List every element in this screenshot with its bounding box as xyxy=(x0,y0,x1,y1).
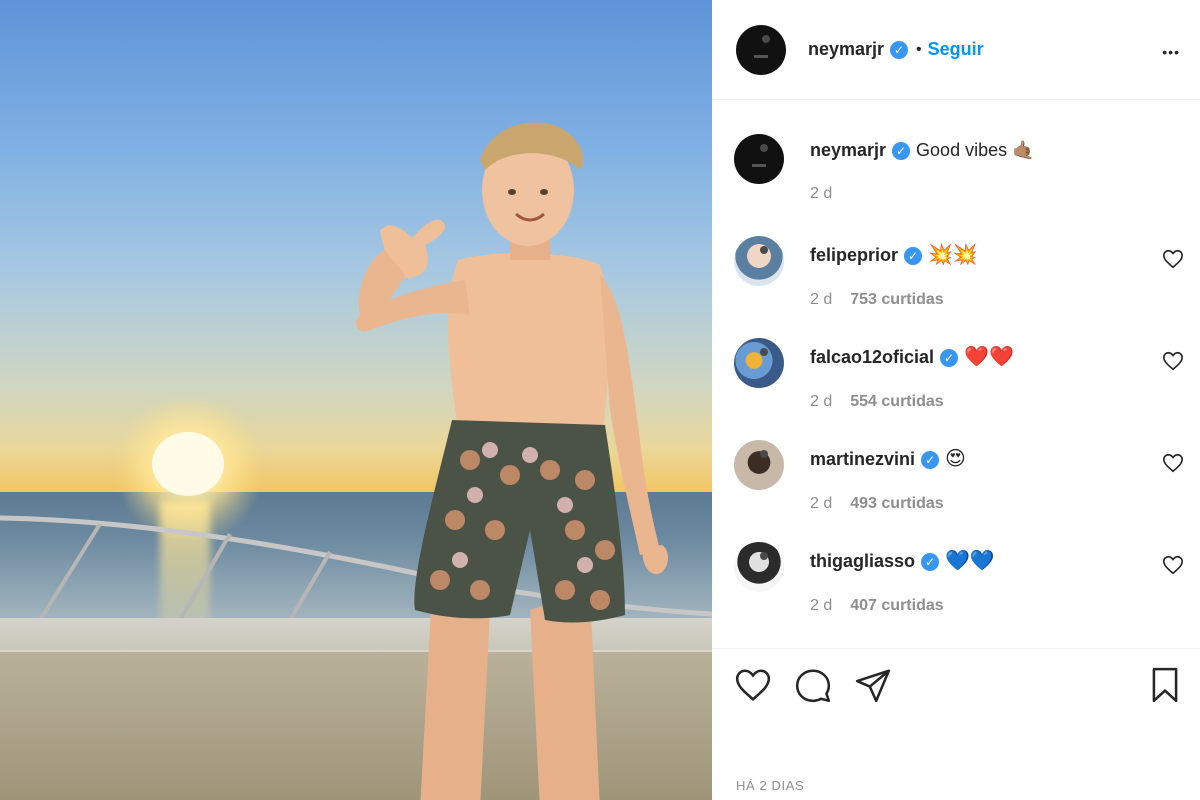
verified-badge-icon: ✓ xyxy=(940,349,959,368)
comment-text: ❤️❤️ xyxy=(964,346,1014,368)
comment-username[interactable]: thigagliasso xyxy=(810,551,915,571)
caption-time[interactable]: 2 d xyxy=(810,185,832,202)
author-username[interactable]: neymarjr xyxy=(808,39,884,60)
separator-dot: • xyxy=(916,40,922,58)
comment-time[interactable]: 2 d xyxy=(810,291,832,308)
comment-time[interactable]: 2 d xyxy=(810,495,832,512)
caption-text: Good vibes 🤙🏽 xyxy=(916,140,1035,160)
avatar-thigagliasso[interactable] xyxy=(734,542,784,592)
bookmark-icon[interactable] xyxy=(1146,666,1184,704)
comment-username[interactable]: falcao12oficial xyxy=(810,347,934,367)
comment-time[interactable]: 2 d xyxy=(810,393,832,410)
post-photo[interactable] xyxy=(0,0,712,800)
more-options-icon[interactable]: ••• xyxy=(1162,42,1180,62)
post-side-panel: neymarjr ✓ • Seguir ••• neymarjr ✓ Good vi… xyxy=(712,0,1200,800)
comments-list[interactable]: neymarjr ✓ Good vibes 🤙🏽 2 d felipeprior ✓ 💥… xyxy=(712,100,1200,649)
avatar-falcao[interactable] xyxy=(734,338,784,388)
comment-like-heart-icon[interactable] xyxy=(1162,248,1184,270)
post-actions xyxy=(734,666,1184,706)
comment-username[interactable]: felipeprior xyxy=(810,245,898,265)
follow-button[interactable]: Seguir xyxy=(928,39,984,60)
send-icon[interactable] xyxy=(854,666,892,704)
comment-text: 😍 xyxy=(945,448,966,470)
sun xyxy=(152,432,224,496)
comment-likes[interactable]: 407 curtidas xyxy=(850,597,943,614)
comment-likes[interactable]: 493 curtidas xyxy=(850,495,943,512)
boy-thumbs-up xyxy=(355,122,668,800)
verified-badge-icon: ✓ xyxy=(892,142,911,161)
avatar-felipeprior[interactable] xyxy=(734,236,784,286)
caption-author-avatar[interactable] xyxy=(734,134,784,184)
verified-badge-icon: ✓ xyxy=(904,247,923,266)
comment-like-heart-icon[interactable] xyxy=(1162,452,1184,474)
comment-likes[interactable]: 554 curtidas xyxy=(850,393,943,410)
post-date[interactable]: HÁ 2 DIAS xyxy=(736,778,804,793)
comment-text: 💥💥 xyxy=(928,244,978,266)
verified-badge-icon: ✓ xyxy=(921,553,940,572)
heart-icon[interactable] xyxy=(734,666,772,704)
verified-badge-icon: ✓ xyxy=(890,40,909,59)
comment-text: 💙💙 xyxy=(945,550,995,572)
post-header: neymarjr ✓ • Seguir ••• xyxy=(712,0,1200,100)
comment-time[interactable]: 2 d xyxy=(810,597,832,614)
comment-username[interactable]: martinezvini xyxy=(810,449,915,469)
verified-badge-icon: ✓ xyxy=(921,451,940,470)
comment-like-heart-icon[interactable] xyxy=(1162,554,1184,576)
author-avatar[interactable] xyxy=(736,24,786,75)
comment-icon[interactable] xyxy=(794,666,832,704)
comment-like-heart-icon[interactable] xyxy=(1162,350,1184,372)
avatar-martinezvini[interactable] xyxy=(734,440,784,490)
comment-likes[interactable]: 753 curtidas xyxy=(850,291,943,308)
caption-username[interactable]: neymarjr xyxy=(810,140,886,160)
